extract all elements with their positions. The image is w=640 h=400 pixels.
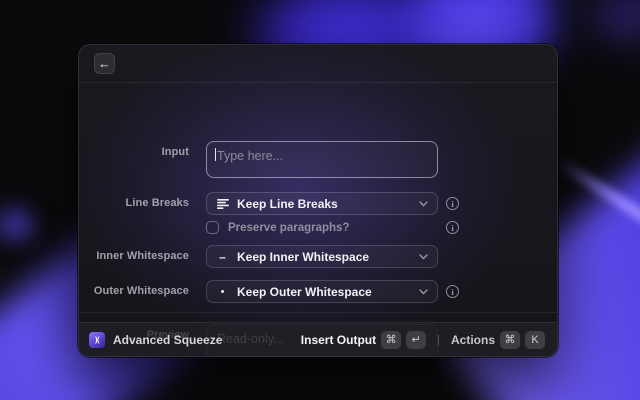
outer-whitespace-value: Keep Outer Whitespace (237, 285, 372, 299)
footer-bar: )( Advanced Squeeze Insert Output ⌘ ↵ | … (79, 322, 557, 356)
preserve-paragraphs-info-icon[interactable]: i (446, 221, 459, 234)
actions-button[interactable]: Actions ⌘ K (449, 329, 547, 351)
bullet-icon: • (216, 286, 229, 298)
input-textarea[interactable] (206, 141, 438, 178)
footer-actions: Insert Output ⌘ ↵ | Actions ⌘ K (299, 329, 547, 351)
input-label: Input (79, 146, 189, 158)
inner-whitespace-value: Keep Inner Whitespace (237, 250, 369, 264)
return-key-badge: ↵ (406, 331, 426, 349)
wallpaper-blob (0, 195, 50, 255)
line-breaks-dropdown[interactable]: Keep Line Breaks (206, 192, 438, 215)
command-key-badge: ⌘ (500, 331, 520, 349)
dash-icon: – (216, 250, 229, 264)
chevron-down-icon (419, 201, 428, 207)
preserve-paragraphs-checkbox[interactable] (206, 221, 219, 234)
chevron-down-icon (419, 254, 428, 260)
footer-divider: | (437, 334, 440, 346)
actions-label: Actions (451, 333, 495, 347)
outer-whitespace-label: Outer Whitespace (79, 285, 189, 297)
command-key-badge: ⌘ (381, 331, 401, 349)
input-field-wrap (206, 141, 438, 178)
insert-output-button[interactable]: Insert Output ⌘ ↵ (299, 329, 428, 351)
k-key-badge: K (525, 331, 545, 349)
raycast-extension-window: ← Input Line Breaks Keep Line Breaks (78, 44, 558, 357)
window-header: ← (79, 45, 557, 83)
inner-whitespace-dropdown[interactable]: – Keep Inner Whitespace (206, 245, 438, 268)
line-breaks-icon (216, 199, 229, 209)
insert-output-label: Insert Output (301, 333, 376, 347)
outer-whitespace-dropdown[interactable]: • Keep Outer Whitespace (206, 280, 438, 303)
line-breaks-label: Line Breaks (79, 197, 189, 209)
outer-whitespace-info-icon[interactable]: i (446, 285, 459, 298)
preserve-paragraphs-label[interactable]: Preserve paragraphs? (228, 222, 349, 234)
form-body: Input Line Breaks Keep Line Breaks i (79, 84, 557, 322)
line-breaks-value: Keep Line Breaks (237, 197, 338, 211)
back-arrow-icon: ← (98, 57, 111, 70)
chevron-down-icon (419, 289, 428, 295)
extension-name: Advanced Squeeze (113, 333, 222, 347)
text-caret (215, 148, 216, 161)
inner-whitespace-label: Inner Whitespace (79, 250, 189, 262)
section-divider (79, 312, 557, 313)
extension-icon: )( (89, 332, 105, 348)
back-button[interactable]: ← (94, 53, 115, 74)
line-breaks-info-icon[interactable]: i (446, 197, 459, 210)
